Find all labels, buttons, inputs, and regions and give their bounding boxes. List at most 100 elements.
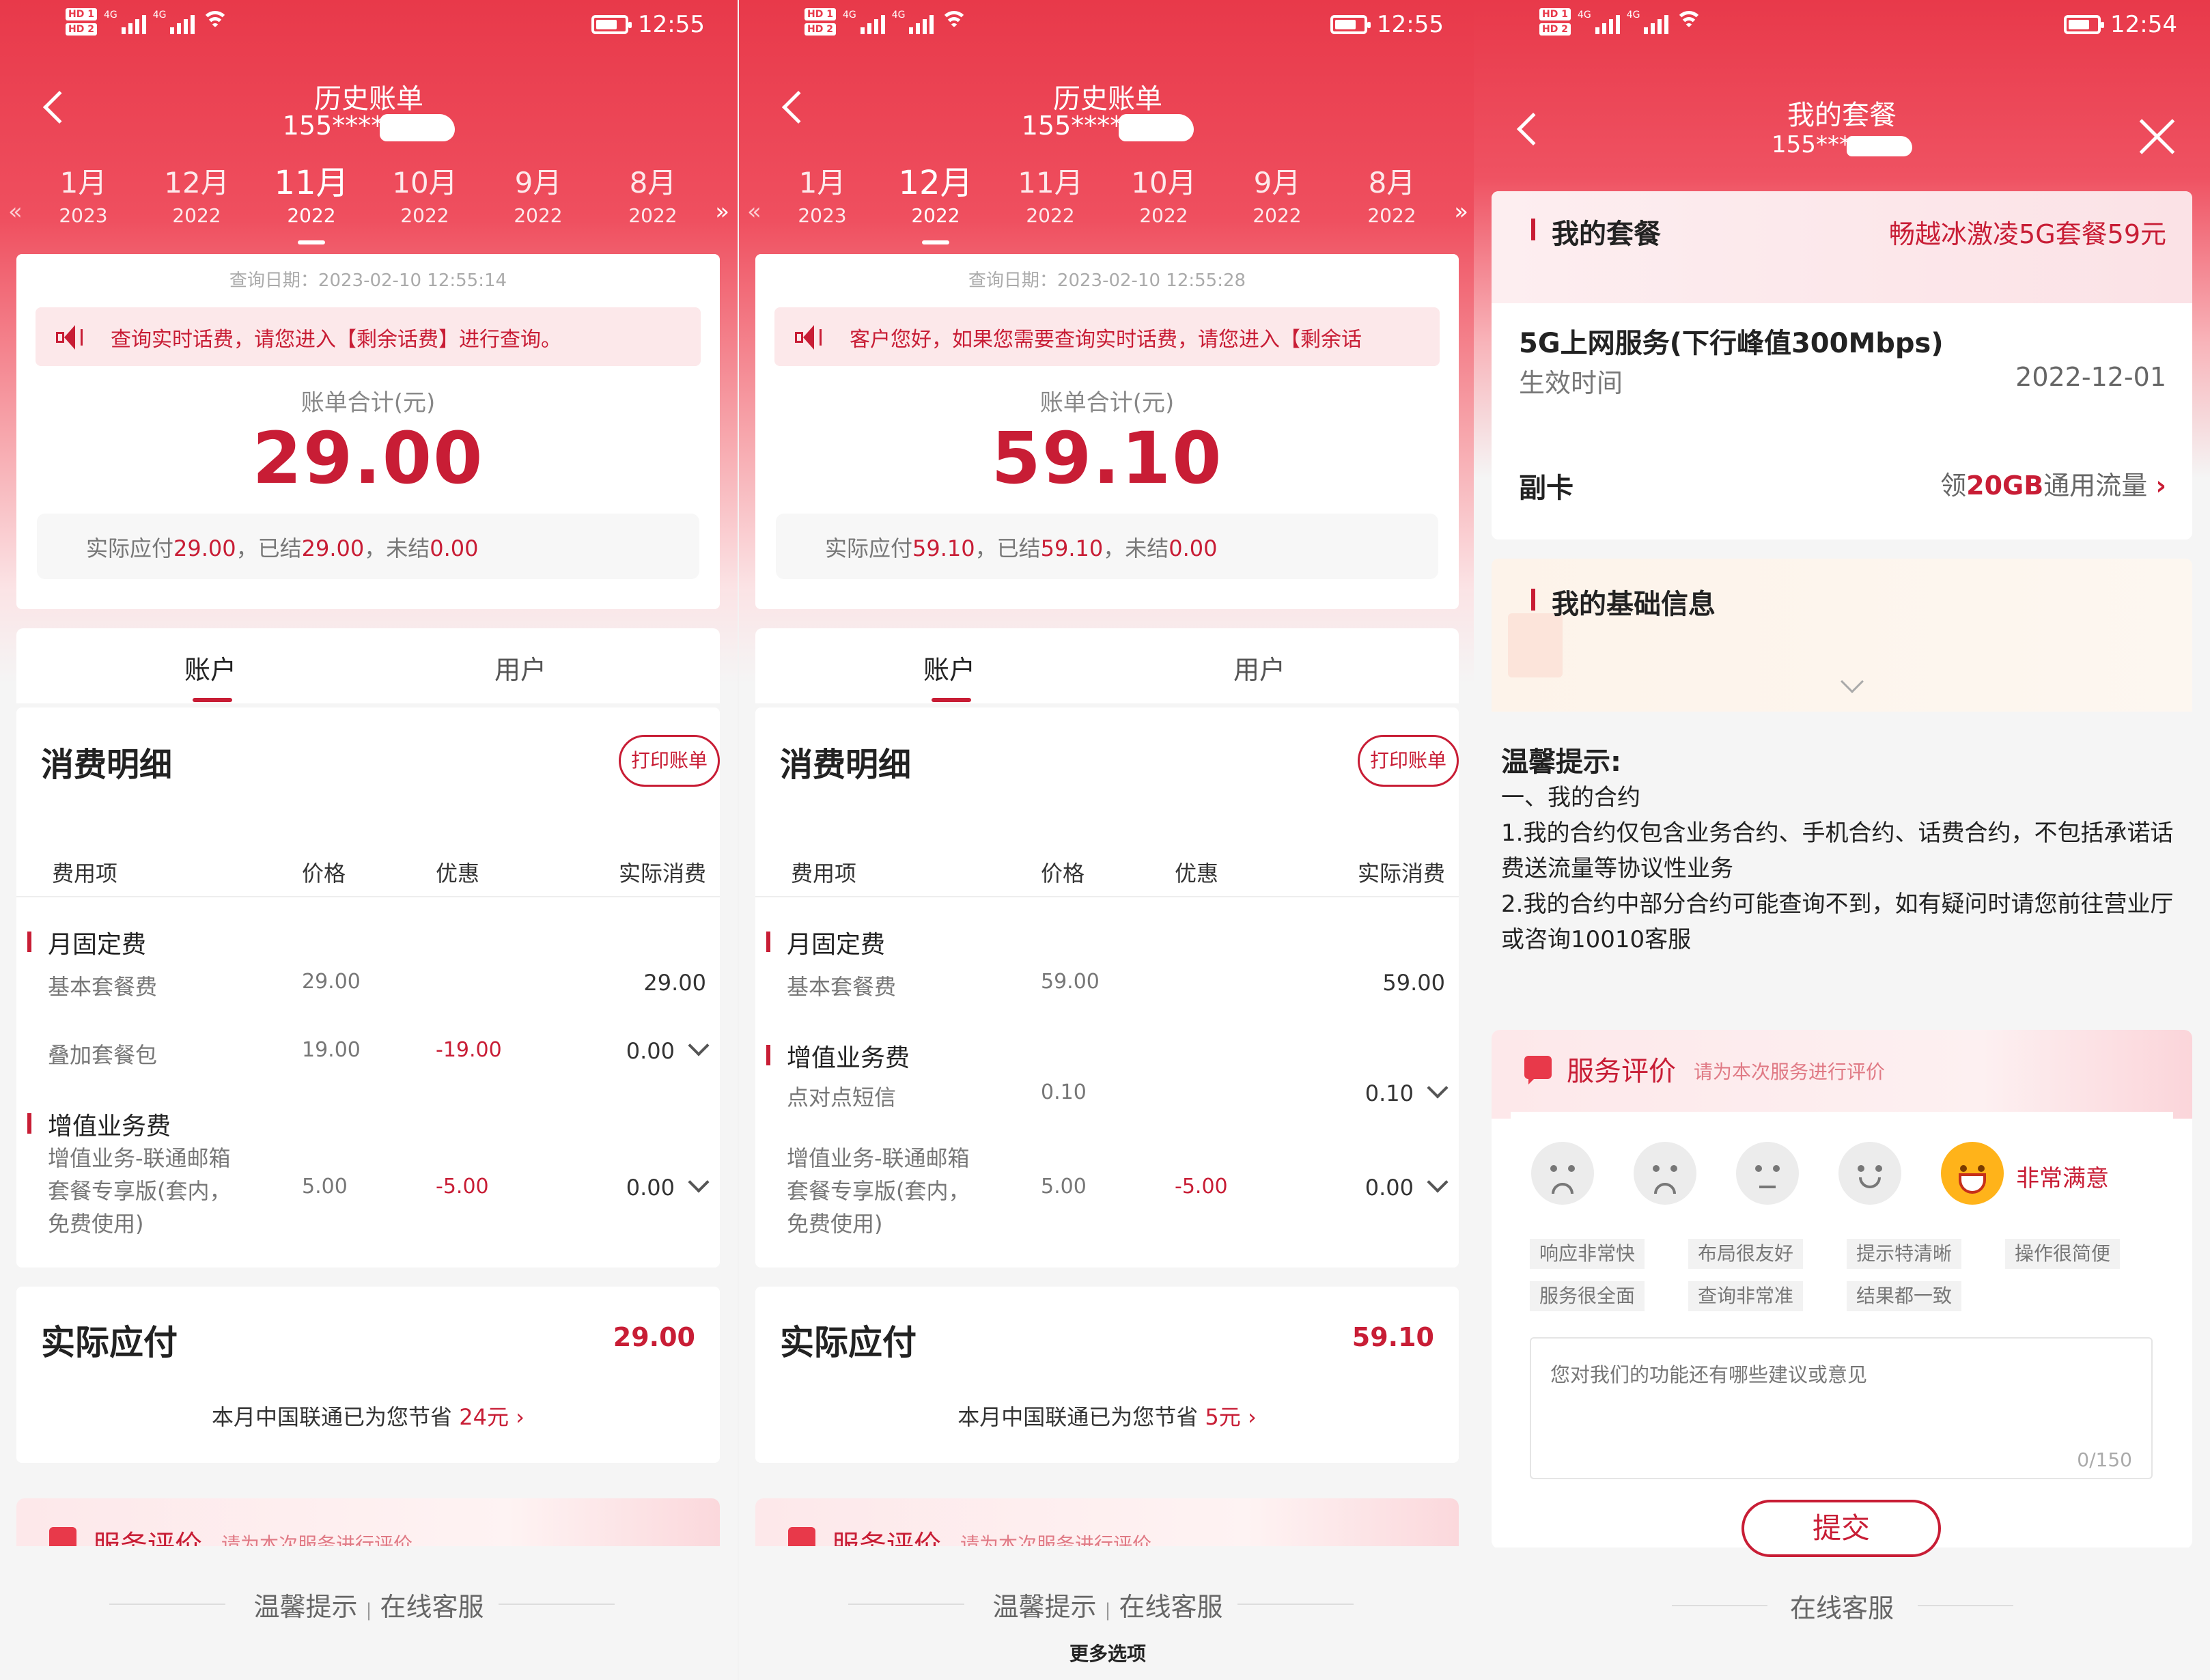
tab-account[interactable]: 账户 bbox=[923, 649, 975, 702]
satisfied-face-icon[interactable] bbox=[1838, 1142, 1901, 1205]
expense-detail-card: 消费明细 打印账单 费用项 价格 优惠 实际消费 月固定费 基本套餐费 29.0… bbox=[16, 708, 720, 1268]
very-unsatisfied-face-icon[interactable] bbox=[1531, 1142, 1594, 1205]
very-satisfied-face-icon[interactable] bbox=[1941, 1142, 2004, 1205]
feedback-tag[interactable]: 提示特清晰 bbox=[1847, 1239, 1962, 1269]
month-tab[interactable]: 10月 2022 bbox=[1116, 164, 1212, 229]
wifi-icon bbox=[201, 11, 229, 33]
feedback-tag[interactable]: 服务很全面 bbox=[1530, 1281, 1645, 1311]
screen-my-package: HD 1 HD 2 4G 4G 12:54 我的套餐 155*** 我的套餐 畅越… bbox=[1474, 0, 2210, 1680]
online-service-link[interactable]: 在线客服 bbox=[1119, 1592, 1222, 1622]
subcard-offer-link[interactable]: 领20GB通用流量 › bbox=[1940, 464, 2166, 502]
redaction-mark bbox=[1119, 113, 1194, 141]
phone-number: 155*** bbox=[1474, 131, 2210, 158]
package-header: 我的套餐 畅越冰激凌5G套餐59元 bbox=[1492, 191, 2192, 303]
chevron-down-icon[interactable] bbox=[688, 1035, 710, 1056]
clock: 12:54 bbox=[2110, 11, 2177, 38]
payment-summary: 实际应付29.00，已结29.00，未结0.00 bbox=[37, 514, 699, 579]
scroll-left-icon[interactable]: « bbox=[747, 198, 761, 225]
unsatisfied-face-icon[interactable] bbox=[1634, 1142, 1696, 1205]
tab-user[interactable]: 用户 bbox=[494, 649, 546, 686]
notice-banner[interactable]: 客户您好，如果您需要查询实时话费，请您进入【剩余话 bbox=[774, 307, 1440, 366]
month-tab[interactable]: 1月 2023 bbox=[774, 164, 870, 229]
battery-icon bbox=[591, 15, 632, 34]
savings-link[interactable]: 本月中国联通已为您节省 5元 › bbox=[755, 1400, 1459, 1431]
scroll-left-icon[interactable]: « bbox=[8, 198, 23, 225]
phone-number: 155**** bbox=[0, 111, 738, 141]
hd-icon: HD 1 HD 2 bbox=[1539, 8, 1571, 36]
page-title: 我的套餐 bbox=[1787, 100, 1897, 131]
feedback-tag[interactable]: 查询非常准 bbox=[1688, 1281, 1804, 1311]
actual-payment-card: 实际应付 59.10 本月中国联通已为您节省 5元 › bbox=[755, 1287, 1459, 1463]
month-tab[interactable]: 8月 2022 bbox=[1344, 164, 1440, 229]
feedback-tag[interactable]: 布局很友好 bbox=[1688, 1239, 1804, 1269]
tips-link[interactable]: 温馨提示 bbox=[254, 1592, 358, 1622]
feedback-textarea[interactable]: 您对我们的功能还有哪些建议或意见 0/150 bbox=[1530, 1337, 2153, 1479]
clock: 12:55 bbox=[1377, 11, 1444, 38]
month-tab[interactable]: 12月 2022 bbox=[149, 164, 244, 229]
month-tab[interactable]: 8月 2022 bbox=[605, 164, 701, 229]
tab-account[interactable]: 账户 bbox=[184, 649, 236, 702]
print-bill-button[interactable]: 打印账单 bbox=[1358, 735, 1459, 787]
print-bill-button[interactable]: 打印账单 bbox=[619, 735, 720, 787]
total-amount: 59.10 bbox=[991, 417, 1223, 500]
pay-value: 59.10 bbox=[1352, 1322, 1434, 1352]
status-bar: HD 1 HD 2 4G 4G 12:54 bbox=[1474, 0, 2210, 55]
signal-icon-2: 4G bbox=[892, 10, 934, 34]
month-tab-selected[interactable]: 12月 2022 bbox=[888, 164, 983, 244]
month-tab[interactable]: 9月 2022 bbox=[1229, 164, 1325, 229]
account-user-tabs: 账户 用户 bbox=[755, 628, 1459, 703]
pay-value: 29.00 bbox=[613, 1322, 695, 1352]
speaker-icon bbox=[795, 324, 828, 351]
signal-icon-2: 4G bbox=[153, 10, 195, 34]
status-bar: HD 1 HD 2 4G 4G 12:55 bbox=[0, 0, 738, 55]
month-tab[interactable]: 9月 2022 bbox=[490, 164, 586, 229]
more-options-label[interactable]: 更多选项 bbox=[739, 1639, 1477, 1666]
feedback-tag[interactable]: 操作很简便 bbox=[2005, 1239, 2121, 1269]
online-service-link[interactable]: 在线客服 bbox=[380, 1592, 484, 1622]
package-section-title: 我的套餐 bbox=[1531, 212, 1661, 251]
payment-summary: 实际应付59.10，已结59.10，未结0.00 bbox=[776, 514, 1438, 579]
month-tab-selected[interactable]: 11月 2022 bbox=[264, 164, 359, 244]
signal-icon: 4G bbox=[843, 10, 885, 34]
neutral-face-icon[interactable] bbox=[1736, 1142, 1799, 1205]
expense-detail-card: 消费明细 打印账单 费用项 价格 优惠 实际消费 月固定费 基本套餐费 59.0… bbox=[755, 708, 1459, 1268]
month-tab[interactable]: 1月 2023 bbox=[36, 164, 131, 229]
submit-button[interactable]: 提交 bbox=[1742, 1500, 1941, 1557]
query-date: 查询日期：2023-02-10 12:55:14 bbox=[229, 270, 507, 291]
scroll-right-icon[interactable]: » bbox=[715, 198, 729, 225]
tips-link[interactable]: 温馨提示 bbox=[993, 1592, 1097, 1622]
feedback-tag[interactable]: 结果都一致 bbox=[1847, 1281, 1962, 1311]
online-service-link[interactable]: 在线客服 bbox=[1474, 1587, 2210, 1625]
feedback-tag[interactable]: 响应非常快 bbox=[1530, 1239, 1645, 1269]
signal-icon-2: 4G bbox=[1627, 10, 1669, 34]
bill-summary-card: 查询日期：2023-02-10 12:55:14 查询实时话费，请您进入【剩余话… bbox=[16, 254, 720, 609]
redaction-mark bbox=[1846, 135, 1912, 156]
basic-info-card[interactable]: 我的基础信息 bbox=[1492, 559, 2192, 712]
tips-section: 温馨提示: 一、我的合约 1.我的合约仅包含业务合约、手机合约、话费合约，不包括… bbox=[1501, 746, 2174, 953]
package-card: 我的套餐 畅越冰激凌5G套餐59元 5G上网服务(下行峰值300Mbps) 生效… bbox=[1492, 191, 2192, 540]
detail-title: 消费明细 bbox=[780, 746, 912, 784]
speaker-icon bbox=[56, 324, 89, 351]
screen-bill-november: HD 1 HD 2 4G 4G 12:55 历史账单 155**** « 1月 20… bbox=[0, 0, 738, 1680]
notice-banner[interactable]: 查询实时话费，请您进入【剩余话费】进行查询。 bbox=[36, 307, 701, 366]
eval-title: 服务评价 bbox=[1567, 1056, 1676, 1087]
month-tab[interactable]: 10月 2022 bbox=[377, 164, 473, 229]
table-header: 费用项 价格 优惠 实际消费 bbox=[16, 856, 720, 897]
chevron-down-icon[interactable] bbox=[1427, 1077, 1449, 1099]
chevron-down-icon[interactable] bbox=[1427, 1171, 1449, 1193]
screen-bill-december: HD 1 HD 2 4G 4G 12:55 历史账单 155**** « 1月 20… bbox=[739, 0, 1477, 1680]
effective-date: 2022-12-01 bbox=[2015, 362, 2166, 392]
chevron-down-icon[interactable] bbox=[688, 1171, 710, 1193]
table-header: 费用项 价格 优惠 实际消费 bbox=[755, 856, 1459, 897]
group-monthly-fee: 月固定费 bbox=[27, 925, 146, 960]
savings-link[interactable]: 本月中国联通已为您节省 24元 › bbox=[16, 1400, 720, 1431]
total-amount: 29.00 bbox=[252, 417, 484, 500]
month-tab[interactable]: 11月 2022 bbox=[1003, 164, 1098, 229]
scroll-right-icon[interactable]: » bbox=[1454, 198, 1468, 225]
account-user-tabs: 账户 用户 bbox=[16, 628, 720, 703]
service-name: 5G上网服务(下行峰值300Mbps) bbox=[1519, 328, 1944, 359]
tab-user[interactable]: 用户 bbox=[1233, 649, 1285, 686]
month-selector: « 1月 2023 12月 2022 11月 2022 10月 2022 9月 2022 … bbox=[0, 164, 738, 246]
chevron-down-icon[interactable] bbox=[1841, 670, 1864, 693]
basic-info-title: 我的基础信息 bbox=[1531, 582, 1716, 621]
